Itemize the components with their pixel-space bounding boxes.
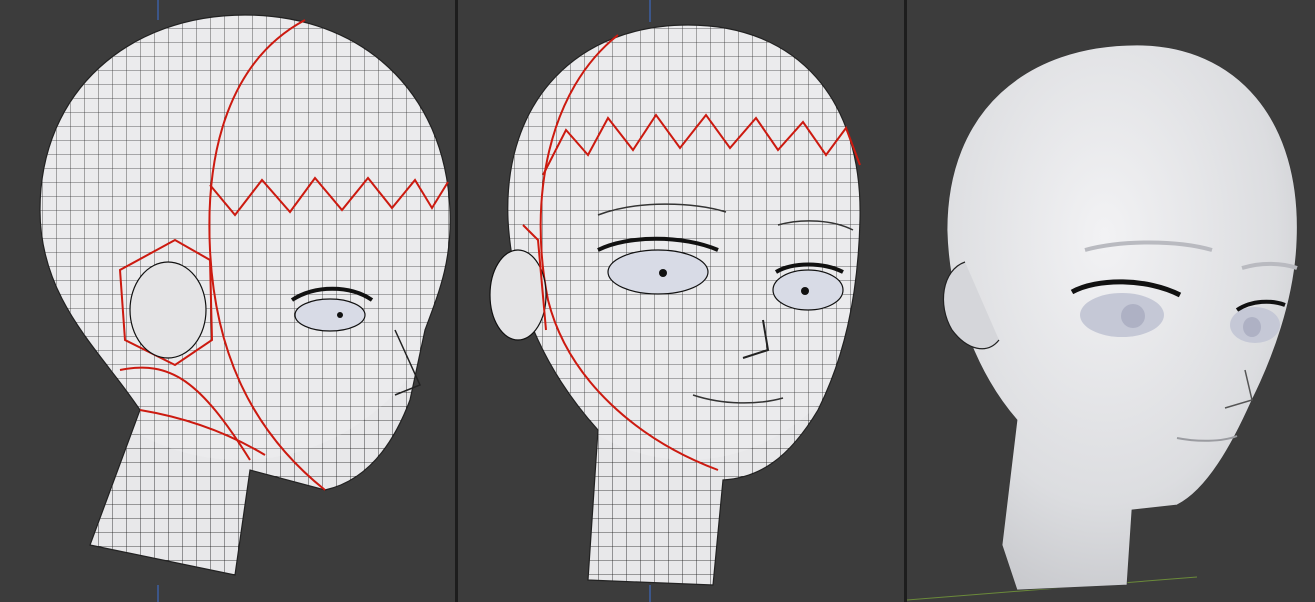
head-mesh-wireframe-front [489,0,861,602]
viewport-wireframe-middle[interactable] [458,0,904,602]
blender-app [0,0,1315,602]
head-mesh-wireframe-side [39,0,451,602]
head-mesh [40,15,451,575]
ear [489,249,547,341]
head-mesh-solid [907,44,1298,601]
viewport-wireframe-left[interactable] [0,0,455,602]
ear [129,261,207,359]
viewport-solid-right[interactable] [907,0,1315,602]
eye [294,298,366,332]
eye-left [607,249,709,295]
